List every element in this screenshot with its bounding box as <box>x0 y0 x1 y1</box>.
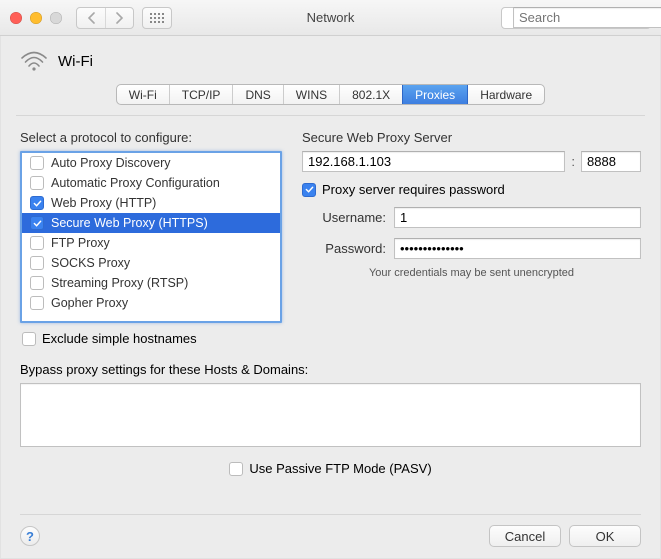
exclude-hostnames-label: Exclude simple hostnames <box>42 331 197 346</box>
protocol-item[interactable]: Secure Web Proxy (HTTPS) <box>22 213 280 233</box>
protocol-item[interactable]: SOCKS Proxy <box>22 253 280 273</box>
chevron-left-icon <box>87 12 96 24</box>
titlebar: Network <box>0 0 661 36</box>
zoom-icon <box>50 12 62 24</box>
protocol-label: Streaming Proxy (RTSP) <box>51 276 188 290</box>
tab-dns[interactable]: DNS <box>232 85 282 104</box>
interface-header: Wi-Fi <box>16 46 645 80</box>
requires-password-checkbox[interactable] <box>302 183 316 197</box>
password-input[interactable] <box>394 238 641 259</box>
nav-group <box>76 7 134 29</box>
server-port-input[interactable] <box>581 151 641 172</box>
traffic-lights <box>10 12 62 24</box>
minimize-icon[interactable] <box>30 12 42 24</box>
bypass-textarea[interactable] <box>20 383 641 447</box>
server-column: Secure Web Proxy Server : Proxy server r… <box>302 130 641 346</box>
ok-button[interactable]: OK <box>569 525 641 547</box>
protocol-item[interactable]: Gopher Proxy <box>22 293 280 313</box>
back-button[interactable] <box>77 8 105 28</box>
username-input[interactable] <box>394 207 641 228</box>
exclude-hostnames-checkbox[interactable] <box>22 332 36 346</box>
grid-icon <box>150 13 164 23</box>
wifi-icon <box>20 50 48 72</box>
protocol-item[interactable]: Web Proxy (HTTP) <box>22 193 280 213</box>
prefs-window: Network Wi-Fi Wi-FiTCP/IPDNSWINS802.1XPr… <box>0 0 661 559</box>
close-icon[interactable] <box>10 12 22 24</box>
passive-ftp-checkbox[interactable] <box>229 462 243 476</box>
server-address-input[interactable] <box>302 151 565 172</box>
server-port-separator: : <box>571 154 575 169</box>
protocol-label: FTP Proxy <box>51 236 110 250</box>
proxies-panel: Select a protocol to configure: Auto Pro… <box>16 115 645 547</box>
protocol-column: Select a protocol to configure: Auto Pro… <box>20 130 282 346</box>
protocol-checkbox[interactable] <box>30 196 44 210</box>
username-label: Username: <box>302 210 386 225</box>
tab-hardware[interactable]: Hardware <box>467 85 544 104</box>
protocol-label: Auto Proxy Discovery <box>51 156 170 170</box>
protocol-label: Secure Web Proxy (HTTPS) <box>51 216 208 230</box>
protocol-label: Web Proxy (HTTP) <box>51 196 156 210</box>
protocol-label: SOCKS Proxy <box>51 256 130 270</box>
protocol-item[interactable]: Auto Proxy Discovery <box>22 153 280 173</box>
tab-8021x[interactable]: 802.1X <box>339 85 402 104</box>
tab-segmented: Wi-FiTCP/IPDNSWINS802.1XProxiesHardware <box>116 84 545 105</box>
requires-password-label: Proxy server requires password <box>322 182 505 197</box>
content: Wi-Fi Wi-FiTCP/IPDNSWINS802.1XProxiesHar… <box>0 36 661 559</box>
chevron-right-icon <box>115 12 124 24</box>
protocol-item[interactable]: FTP Proxy <box>22 233 280 253</box>
protocol-checkbox[interactable] <box>30 256 44 270</box>
tab-wifi[interactable]: Wi-Fi <box>117 85 169 104</box>
protocol-checkbox[interactable] <box>30 176 44 190</box>
protocol-listbox[interactable]: Auto Proxy Discovery Automatic Proxy Conf… <box>20 151 282 323</box>
protocol-checkbox[interactable] <box>30 236 44 250</box>
help-button[interactable]: ? <box>20 526 40 546</box>
tab-bar: Wi-FiTCP/IPDNSWINS802.1XProxiesHardware <box>16 84 645 105</box>
server-label: Secure Web Proxy Server <box>302 130 641 145</box>
passive-ftp-label: Use Passive FTP Mode (PASV) <box>249 461 431 476</box>
tab-proxies[interactable]: Proxies <box>402 85 467 104</box>
protocol-checkbox[interactable] <box>30 216 44 230</box>
protocol-label: Select a protocol to configure: <box>20 130 282 145</box>
search-input[interactable] <box>513 7 661 28</box>
tab-wins[interactable]: WINS <box>283 85 339 104</box>
credentials-warning: Your credentials may be sent unencrypted <box>302 267 641 279</box>
protocol-label: Automatic Proxy Configuration <box>51 176 220 190</box>
interface-name: Wi-Fi <box>58 53 93 70</box>
protocol-label: Gopher Proxy <box>51 296 128 310</box>
protocol-item[interactable]: Automatic Proxy Configuration <box>22 173 280 193</box>
tab-tcpip[interactable]: TCP/IP <box>169 85 233 104</box>
protocol-checkbox[interactable] <box>30 296 44 310</box>
bypass-label: Bypass proxy settings for these Hosts & … <box>20 362 641 377</box>
footer: ? Cancel OK <box>20 514 641 547</box>
protocol-checkbox[interactable] <box>30 156 44 170</box>
show-all-button[interactable] <box>142 7 172 29</box>
protocol-item[interactable]: Streaming Proxy (RTSP) <box>22 273 280 293</box>
password-label: Password: <box>302 241 386 256</box>
search-field[interactable] <box>501 7 651 29</box>
protocol-checkbox[interactable] <box>30 276 44 290</box>
cancel-button[interactable]: Cancel <box>489 525 561 547</box>
forward-button[interactable] <box>105 8 133 28</box>
